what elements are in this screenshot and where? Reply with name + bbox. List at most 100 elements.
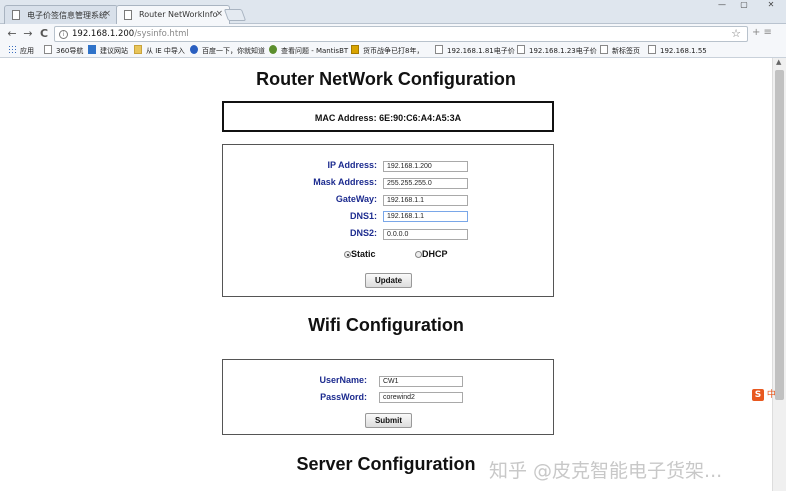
info-icon[interactable]: i bbox=[59, 30, 68, 39]
bookmark-label: 建议网站 bbox=[100, 47, 128, 55]
page-icon bbox=[517, 45, 525, 54]
ime-indicator[interactable]: S 中 bbox=[752, 387, 776, 401]
password-row: PassWord: bbox=[223, 392, 367, 404]
bing-icon bbox=[88, 45, 96, 54]
back-arrow-icon[interactable]: ← bbox=[5, 27, 19, 41]
bookmark-label: 应用 bbox=[20, 47, 34, 55]
bookmarks-bar: 应用 360导航 建议网站 从 IE 中导入 百度一下，你就知道 查看问题 - … bbox=[0, 43, 786, 58]
gateway-label: GateWay: bbox=[335, 194, 377, 204]
gateway-input[interactable]: 192.168.1.1 bbox=[383, 195, 468, 206]
submit-button[interactable]: Submit bbox=[365, 413, 412, 428]
folder-icon bbox=[134, 45, 142, 54]
static-label: Static bbox=[351, 249, 376, 259]
bookmark-ie-import[interactable]: 从 IE 中导入 bbox=[134, 45, 185, 56]
bookmark-currency-war[interactable]: 货币战争已打8年， bbox=[351, 45, 423, 56]
close-icon[interactable]: × bbox=[215, 9, 223, 19]
bookmark-192-168-1-55[interactable]: 192.168.1.55 bbox=[648, 45, 707, 56]
dhcp-label: DHCP bbox=[422, 249, 448, 259]
ip-address-label: IP Address: bbox=[327, 160, 377, 170]
page-icon bbox=[648, 45, 656, 54]
mantis-icon bbox=[269, 45, 277, 54]
dns2-input[interactable]: 0.0.0.0 bbox=[383, 229, 468, 240]
username-input[interactable]: CW1 bbox=[379, 376, 463, 387]
bookmark-label: 192.168.1.23电子价 bbox=[529, 47, 597, 55]
browser-window: 电子价签信息管理系统 × Router NetWorkInfo × — ▢ ✕ … bbox=[0, 0, 786, 491]
scroll-up-arrow-icon[interactable]: ▲ bbox=[776, 58, 781, 66]
page-icon bbox=[44, 45, 52, 54]
dns1-row: DNS1: bbox=[223, 211, 377, 223]
username-label: UserName: bbox=[319, 375, 367, 385]
bookmark-label: 192.168.1.55 bbox=[660, 47, 707, 55]
dhcp-radio[interactable] bbox=[415, 251, 422, 258]
reload-icon[interactable]: C bbox=[37, 27, 51, 41]
tab-title: Router NetWorkInfo bbox=[139, 10, 218, 19]
mask-address-row: Mask Address: bbox=[223, 177, 377, 189]
static-radio[interactable] bbox=[344, 251, 351, 258]
router-config-title: Router NetWork Configuration bbox=[256, 69, 516, 89]
coin-icon bbox=[351, 45, 359, 54]
tab-strip: 电子价签信息管理系统 × Router NetWorkInfo × — ▢ ✕ bbox=[0, 0, 786, 25]
tab-title: 电子价签信息管理系统 bbox=[27, 11, 107, 20]
forward-arrow-icon[interactable]: → bbox=[21, 27, 35, 41]
page-icon bbox=[12, 10, 20, 20]
minimize-icon[interactable]: — bbox=[712, 0, 732, 11]
address-bar[interactable]: i 192.168.1.200/sysinfo.html ☆ bbox=[54, 26, 748, 42]
bookmark-apps[interactable]: 应用 bbox=[8, 45, 34, 56]
username-row: UserName: bbox=[223, 375, 367, 387]
ime-mode-label: 中 bbox=[766, 390, 776, 400]
update-button[interactable]: Update bbox=[365, 273, 412, 288]
bookmark-label: 查看问题 - MantisBT bbox=[281, 47, 349, 55]
wifi-config-panel: UserName: CW1 PassWord: corewind2 Submit bbox=[222, 359, 554, 435]
bookmark-192-168-1-23[interactable]: 192.168.1.23电子价 bbox=[517, 45, 597, 56]
page-icon bbox=[600, 45, 608, 54]
ip-address-input[interactable]: 192.168.1.200 bbox=[383, 161, 468, 172]
bookmark-360[interactable]: 360导航 bbox=[44, 45, 83, 56]
bookmark-baidu[interactable]: 百度一下，你就知道 bbox=[190, 45, 265, 56]
browser-toolbar: ← → C i 192.168.1.200/sysinfo.html ☆ + ≡ bbox=[0, 24, 786, 43]
gateway-row: GateWay: bbox=[223, 194, 377, 206]
url-path: /sysinfo.html bbox=[134, 29, 189, 39]
page-icon bbox=[435, 45, 443, 54]
maximize-icon[interactable]: ▢ bbox=[734, 0, 754, 11]
tab-price-tag-system[interactable]: 电子价签信息管理系统 × bbox=[4, 5, 118, 24]
mac-address-box: MAC Address: 6E:90:C6:A4:A5:3A bbox=[222, 101, 554, 132]
close-icon[interactable]: × bbox=[103, 9, 111, 19]
network-config-panel: IP Address: 192.168.1.200 Mask Address: … bbox=[222, 144, 554, 297]
bookmark-label: 从 IE 中导入 bbox=[146, 47, 185, 55]
mac-address: MAC Address: 6E:90:C6:A4:A5:3A bbox=[314, 113, 462, 123]
ip-address-row: IP Address: bbox=[223, 160, 377, 172]
vertical-scrollbar[interactable]: ▲ bbox=[772, 58, 786, 491]
bookmark-192-168-1-81[interactable]: 192.168.1.81电子价 bbox=[435, 45, 515, 56]
bookmark-mantis[interactable]: 查看问题 - MantisBT bbox=[269, 45, 348, 56]
bookmark-label: 货币战争已打8年， bbox=[363, 47, 424, 55]
bookmark-suggested[interactable]: 建议网站 bbox=[88, 45, 128, 56]
dns1-input[interactable]: 192.168.1.1 bbox=[383, 211, 468, 222]
bookmark-label: 360导航 bbox=[56, 47, 84, 55]
bookmark-new-tab[interactable]: 新标签页 bbox=[600, 45, 640, 56]
password-label: PassWord: bbox=[320, 392, 367, 402]
menu-icon[interactable]: + ≡ bbox=[752, 27, 772, 38]
bookmark-label: 192.168.1.81电子价 bbox=[447, 47, 515, 55]
apps-icon bbox=[8, 45, 16, 54]
page-content: Router NetWork Configuration MAC Address… bbox=[0, 58, 772, 491]
baidu-paw-icon bbox=[190, 45, 198, 54]
page-icon bbox=[124, 10, 132, 20]
password-input[interactable]: corewind2 bbox=[379, 392, 463, 403]
bookmark-star-icon[interactable]: ☆ bbox=[731, 27, 741, 41]
tab-router-networkinfo[interactable]: Router NetWorkInfo × bbox=[116, 5, 230, 25]
scrollbar-thumb[interactable] bbox=[775, 70, 784, 400]
dns2-label: DNS2: bbox=[349, 228, 377, 238]
new-tab-button[interactable] bbox=[223, 9, 247, 21]
bookmark-label: 新标签页 bbox=[612, 47, 640, 55]
static-option[interactable]: Static bbox=[344, 249, 376, 259]
bookmark-label: 百度一下，你就知道 bbox=[202, 47, 265, 55]
mask-address-label: Mask Address: bbox=[313, 177, 377, 187]
url-host: 192.168.1.200 bbox=[72, 29, 135, 39]
window-close-icon[interactable]: ✕ bbox=[758, 0, 784, 11]
sogou-ime-icon: S bbox=[752, 389, 764, 401]
mask-address-input[interactable]: 255.255.255.0 bbox=[383, 178, 468, 189]
dhcp-option[interactable]: DHCP bbox=[415, 249, 448, 259]
dns2-row: DNS2: bbox=[223, 228, 377, 240]
zhihu-watermark: 知乎 @皮克智能电子货架... bbox=[489, 460, 723, 482]
dns1-label: DNS1: bbox=[349, 211, 377, 221]
